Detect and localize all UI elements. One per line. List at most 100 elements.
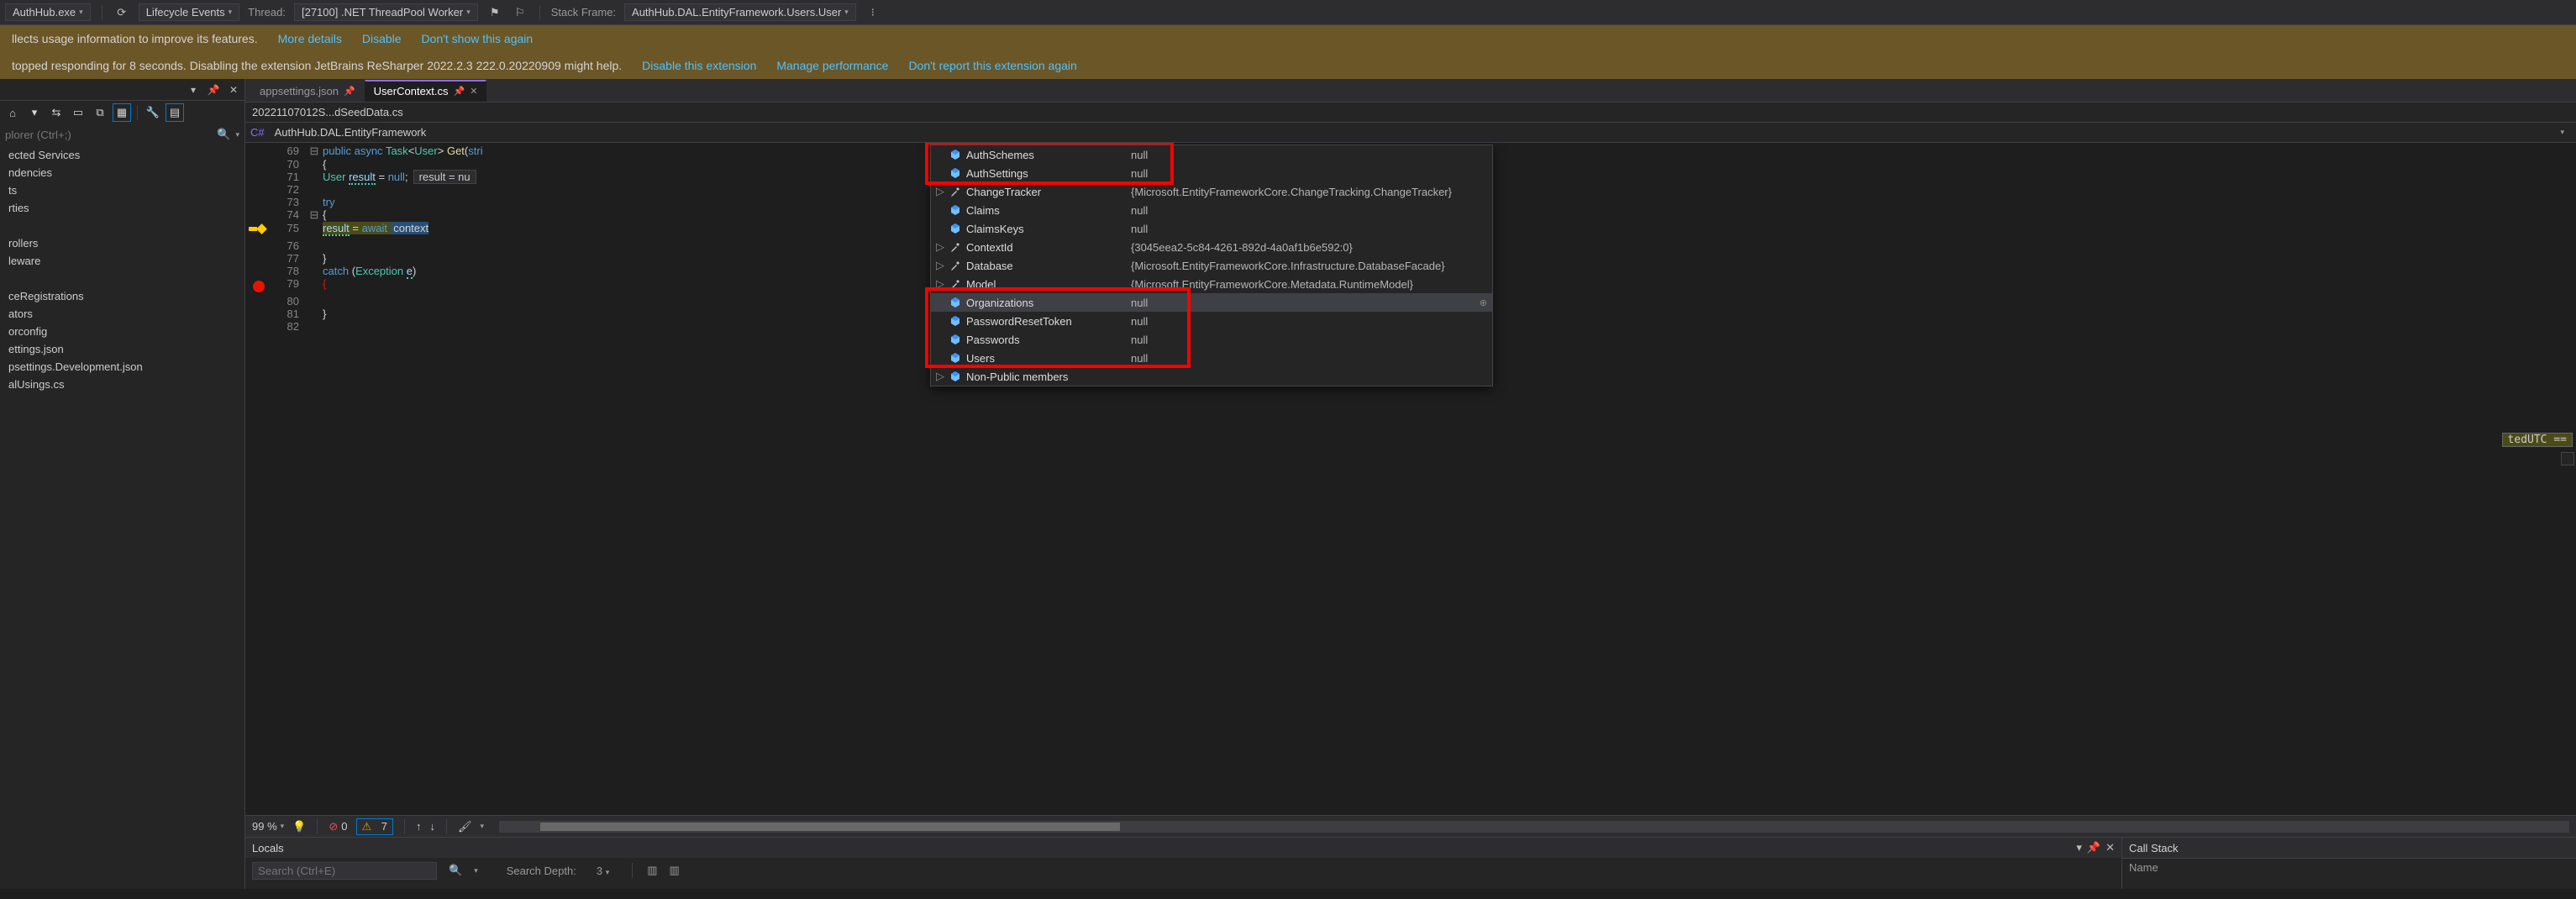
dont-show-link[interactable]: Don't show this again [422,32,534,45]
namespace-dropdown[interactable]: AuthHub.DAL.EntityFramework [268,125,434,139]
datatip-row[interactable]: Passwordsnull [931,330,1492,349]
warning-count[interactable]: ⚠ 7 [356,818,394,835]
wrench-icon[interactable]: 🔧 [144,103,162,122]
callstack-col-name[interactable]: Name [2129,861,2158,874]
solution-search-input[interactable] [5,129,212,141]
datatip-row[interactable]: ▷ChangeTracker{Microsoft.EntityFramework… [931,182,1492,201]
breadcrumb[interactable]: 20221107012S...dSeedData.cs [245,103,2576,123]
tree-item[interactable]: orconfig [0,323,244,340]
search-icon[interactable]: 🔍 [217,128,230,141]
datatip-value: null [1131,352,1148,365]
locals-tool2-icon[interactable]: ▥ [670,864,680,877]
code-editor[interactable]: 69⊟ public async Task<User> Get(stri70 {… [245,143,2576,815]
disable-extension-link[interactable]: Disable this extension [642,59,756,72]
lightbulb-icon[interactable]: 💡 [292,820,306,833]
process-value: AuthHub.exe [13,6,76,18]
disable-link[interactable]: Disable [362,32,402,45]
pin-icon[interactable]: 📌 [2087,841,2100,854]
pin-icon[interactable]: 📌 [206,82,221,97]
extension-warning-bar: topped responding for 8 seconds. Disabli… [0,52,2576,79]
solution-search[interactable]: 🔍 ▾ [0,124,244,145]
close-icon[interactable]: ✕ [226,82,241,97]
tree-item[interactable]: ators [0,305,244,323]
datatip-name: PasswordResetToken [966,315,1126,328]
search-icon[interactable]: 🔍 [449,864,462,877]
process-dropdown[interactable]: AuthHub.exe ▾ [5,3,91,21]
datatip-row[interactable]: Organizationsnull⊕ [931,293,1492,312]
more-details-link[interactable]: More details [278,32,342,45]
locals-title: Locals [252,842,284,854]
lifecycle-dropdown[interactable]: Lifecycle Events ▾ [139,3,239,21]
stackframe-value: AuthHub.DAL.EntityFramework.Users.User [632,6,841,18]
tree-item[interactable]: leware [0,252,244,270]
datatip-row[interactable]: PasswordResetTokennull [931,312,1492,330]
datatip-row[interactable]: AuthSettingsnull [931,164,1492,182]
datatip-row[interactable]: ClaimsKeysnull [931,219,1492,238]
horizontal-scrollbar[interactable] [499,821,2569,833]
show-all-icon[interactable]: ▭ [69,103,87,122]
tree-item[interactable]: ettings.json [0,340,244,358]
nav-down-icon[interactable]: ↓ [430,820,436,833]
cleanup-icon[interactable]: 🖌 [458,820,472,833]
copy-icon[interactable]: ⧉ [91,103,109,122]
chevron-down-icon: ▾ [844,8,849,17]
pin-icon[interactable]: 📌 [344,86,355,97]
tree-item[interactable]: psettings.Development.json [0,358,244,376]
properties-icon[interactable]: ▤ [166,103,184,122]
overflow-icon[interactable]: ⁝ [865,4,881,21]
flag-icon[interactable]: ⚑ [486,4,503,21]
tab-usercontext[interactable]: UserContext.cs 📌 ✕ [365,80,487,102]
datatip-row[interactable]: ▷ContextId{3045eea2-5c84-4261-892d-4a0af… [931,238,1492,256]
locals-tool-icon[interactable]: ▥ [647,864,657,877]
datatip-row[interactable]: Usersnull [931,349,1492,367]
tree-item[interactable]: ected Services [0,146,244,164]
property-icon [949,371,961,382]
tree-item[interactable]: ndencies [0,164,244,181]
datatip-row[interactable]: ▷Non-Public members [931,367,1492,386]
pin-icon[interactable]: 📌 [454,86,465,97]
chevron-down-icon[interactable]: ▾ [25,103,44,122]
window-position-icon[interactable]: ▾ [2076,841,2082,854]
tree-item[interactable] [0,270,244,287]
nav-up-icon[interactable]: ↑ [416,820,422,833]
dont-report-link[interactable]: Don't report this extension again [908,59,1076,72]
refresh-icon[interactable]: ⟳ [113,4,130,21]
tab-label: UserContext.cs [374,85,449,97]
error-count[interactable]: ⊘ 0 [329,820,347,833]
tree-item[interactable] [0,217,244,234]
tree-item[interactable]: ceRegistrations [0,287,244,305]
datatip-value: null [1131,297,1148,309]
nav-bar: C# AuthHub.DAL.EntityFramework ▾ [245,123,2576,143]
datatip-row[interactable]: AuthSchemesnull [931,145,1492,164]
tree-item[interactable]: rollers [0,234,244,252]
flag-outline-icon[interactable]: ⚐ [512,4,528,21]
search-depth-dropdown[interactable]: 3 ▾ [588,865,618,877]
datatip-row[interactable]: Claimsnull [931,201,1492,219]
property-icon [949,149,961,160]
sync-icon[interactable]: ⇆ [47,103,66,122]
debugger-datatip[interactable]: AuthSchemesnullAuthSettingsnull▷ChangeTr… [930,145,1493,386]
pin-datatip-icon[interactable] [2561,452,2574,465]
chevron-down-icon[interactable]: ▾ [235,130,239,139]
zoom-level[interactable]: 99 % ▾ [252,820,284,833]
close-icon[interactable]: ✕ [2105,841,2115,854]
stackframe-dropdown[interactable]: AuthHub.DAL.EntityFramework.Users.User ▾ [624,3,856,21]
chevron-down-icon[interactable]: ▾ [2560,128,2564,137]
tab-appsettings[interactable]: appsettings.json 📌 [250,80,365,102]
window-position-icon[interactable]: ▾ [186,82,201,97]
datatip-row[interactable]: ▷Model{Microsoft.EntityFrameworkCore.Met… [931,275,1492,293]
tree-item[interactable]: alUsings.cs [0,376,244,393]
chevron-down-icon: ▾ [466,8,471,17]
close-icon[interactable]: ✕ [470,86,477,97]
locals-search-input[interactable] [252,862,437,880]
tree-item[interactable]: ts [0,181,244,199]
datatip-row[interactable]: ▷Database{Microsoft.EntityFrameworkCore.… [931,256,1492,275]
home-icon[interactable]: ⌂ [3,103,22,122]
preview-icon[interactable]: ▦ [113,103,131,122]
datatip-name: AuthSettings [966,167,1126,180]
pin-icon[interactable]: ⊕ [1480,297,1487,308]
thread-dropdown[interactable]: [27100] .NET ThreadPool Worker ▾ [294,3,478,21]
tree-item[interactable]: rties [0,199,244,217]
solution-tree[interactable]: ected Servicesndenciestsrties rollerslew… [0,145,244,889]
manage-performance-link[interactable]: Manage performance [776,59,888,72]
